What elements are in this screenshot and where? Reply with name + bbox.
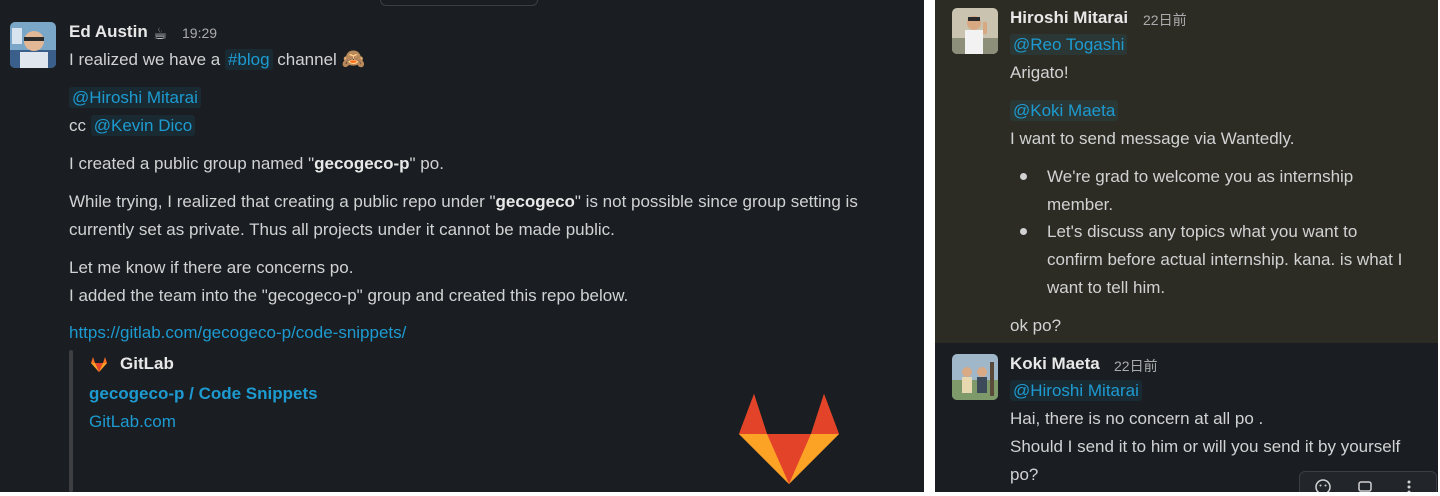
- group-name: gecogeco-p: [314, 154, 410, 173]
- reply-line-2: Should I send it to him or will you send…: [1010, 437, 1401, 456]
- bullet-2-line-3: want to tell him.: [1047, 278, 1166, 297]
- unfurl-domain-link[interactable]: GitLab.com: [89, 411, 176, 433]
- avatar[interactable]: [952, 354, 998, 400]
- intro-line: I want to send message via Wantedly.: [1010, 129, 1295, 148]
- mention-hiroshi-mitarai[interactable]: @Hiroshi Mitarai: [1010, 380, 1142, 401]
- right-message-pane: Hiroshi Mitarai 22日前 @Reo Togashi Arigat…: [935, 0, 1438, 492]
- text: " po.: [409, 154, 444, 173]
- mention-line: @Koki Maeta: [1010, 100, 1119, 122]
- mention-kevin-dico[interactable]: @Kevin Dico: [90, 115, 196, 136]
- text: channel: [272, 50, 337, 69]
- author-name[interactable]: Hiroshi Mitarai: [1010, 8, 1128, 28]
- text: I created a public group named ": [69, 154, 315, 173]
- reply-in-thread-icon[interactable]: [1356, 478, 1374, 492]
- paragraph-concerns: Let me know if there are concerns po.: [69, 258, 354, 277]
- left-message-pane: Ed Austin ☕ 19:29 I realized we have a #…: [0, 0, 924, 492]
- unfurl-site-name: GitLab: [120, 354, 174, 373]
- avatar[interactable]: [952, 8, 998, 54]
- timestamp[interactable]: 22日前: [1143, 10, 1187, 30]
- bullet-2-line-2: confirm before actual internship. kana. …: [1047, 250, 1403, 269]
- author-name[interactable]: Ed Austin: [69, 22, 148, 42]
- arigato-line: Arigato!: [1010, 63, 1069, 82]
- mention-koki-maeta[interactable]: @Koki Maeta: [1010, 100, 1119, 121]
- timestamp[interactable]: 19:29: [182, 25, 217, 41]
- bullet: [1020, 228, 1027, 235]
- cc-label: cc: [69, 116, 91, 135]
- message-line-1: I realized we have a #blog channel 🙈: [69, 49, 365, 71]
- timestamp[interactable]: 22日前: [1114, 356, 1158, 376]
- paragraph-team-added: I added the team into the "gecogeco-p" g…: [69, 286, 629, 305]
- gitlab-small-icon: [89, 354, 109, 374]
- bullet-2-line-1: Let's discuss any topics what you want t…: [1047, 222, 1358, 241]
- mention-line: @Hiroshi Mitarai: [1010, 380, 1142, 402]
- bullet-1-line-2: member.: [1047, 195, 1114, 214]
- mention-line: @Hiroshi Mitarai: [69, 87, 201, 109]
- status-emoji: ☕: [153, 26, 168, 43]
- gitlab-url-link[interactable]: https://gitlab.com/gecogeco-p/code-snipp…: [69, 322, 406, 344]
- mention-hiroshi-mitarai[interactable]: @Hiroshi Mitarai: [69, 87, 201, 108]
- message-hover-toolbar: [1299, 471, 1437, 492]
- mention-line: @Reo Togashi: [1010, 34, 1128, 56]
- cc-line: cc @Kevin Dico: [69, 115, 196, 137]
- text: While trying, I realized that creating a…: [69, 192, 496, 211]
- text: I realized we have a: [69, 50, 225, 69]
- message-actions-nub[interactable]: [380, 0, 538, 6]
- bullet-1-line-1: We're grad to welcome you as internship: [1047, 167, 1354, 186]
- more-actions-icon[interactable]: [1400, 478, 1418, 492]
- paragraph-repo-issue-1: While trying, I realized that creating a…: [69, 191, 858, 213]
- reply-line-1: Hai, there is no concern at all po .: [1010, 409, 1264, 428]
- closing-line: ok po?: [1010, 316, 1062, 335]
- avatar[interactable]: [10, 22, 56, 68]
- unfurl-title-link[interactable]: gecogeco-p / Code Snippets: [89, 383, 318, 405]
- bullet: [1020, 173, 1027, 180]
- mention-reo-togashi[interactable]: @Reo Togashi: [1010, 34, 1128, 55]
- paragraph-repo-issue-2: currently set as private. Thus all proje…: [69, 220, 615, 239]
- unfurl-border: [69, 350, 73, 492]
- text: " is not possible since group setting is: [574, 192, 858, 211]
- see-no-evil-monkey-icon: 🙈: [341, 49, 366, 70]
- add-reaction-icon[interactable]: [1314, 478, 1332, 492]
- gitlab-logo-icon: [738, 392, 840, 486]
- group-name-bold: gecogeco: [495, 192, 575, 211]
- paragraph-group-created: I created a public group named "gecogeco…: [69, 153, 444, 175]
- author-name[interactable]: Koki Maeta: [1010, 354, 1100, 374]
- screenshot-stage: Ed Austin ☕ 19:29 I realized we have a #…: [0, 0, 1440, 496]
- reply-line-3: po?: [1010, 465, 1039, 484]
- channel-link-blog[interactable]: #blog: [224, 49, 273, 70]
